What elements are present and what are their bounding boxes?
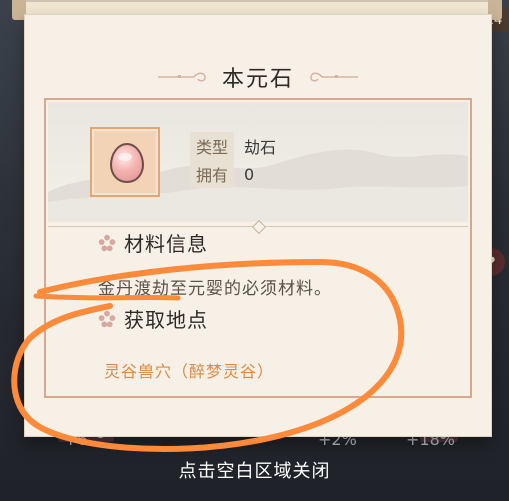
flower-icon bbox=[98, 310, 116, 327]
source-location-link[interactable]: 灵谷兽穴（醉梦灵谷） bbox=[104, 358, 274, 382]
source-title: 获取地点 bbox=[124, 308, 208, 332]
item-owned-row: 拥有 0 bbox=[190, 160, 254, 188]
stone-egg-icon bbox=[110, 143, 144, 183]
material-description: 金丹渡劫至元婴的必须材料。 bbox=[98, 279, 332, 299]
item-detail-dialog: 本元石 类型 劫石 拥有 0 材料信息 金丹渡劫至元婴的必须材料。 获取地点 灵… bbox=[24, 14, 492, 437]
item-type-row: 类型 劫石 bbox=[190, 132, 276, 160]
cloud-ornament-icon bbox=[308, 71, 360, 83]
type-label: 类型 bbox=[190, 132, 235, 160]
source-header: 获取地点 bbox=[98, 304, 208, 333]
dialog-title-row: 本元石 bbox=[24, 62, 492, 92]
material-info-title: 材料信息 bbox=[124, 232, 208, 256]
owned-value: 0 bbox=[244, 164, 255, 184]
material-info-header: 材料信息 bbox=[98, 228, 208, 257]
owned-label: 拥有 bbox=[190, 160, 235, 188]
close-hint[interactable]: 点击空白区域关闭 bbox=[0, 457, 509, 483]
type-value: 劫石 bbox=[244, 138, 277, 157]
divider-diamond bbox=[251, 219, 267, 235]
dialog-title: 本元石 bbox=[221, 67, 294, 92]
item-icon-frame bbox=[90, 127, 160, 197]
cloud-ornament-icon bbox=[156, 71, 208, 83]
flower-icon bbox=[98, 234, 116, 251]
